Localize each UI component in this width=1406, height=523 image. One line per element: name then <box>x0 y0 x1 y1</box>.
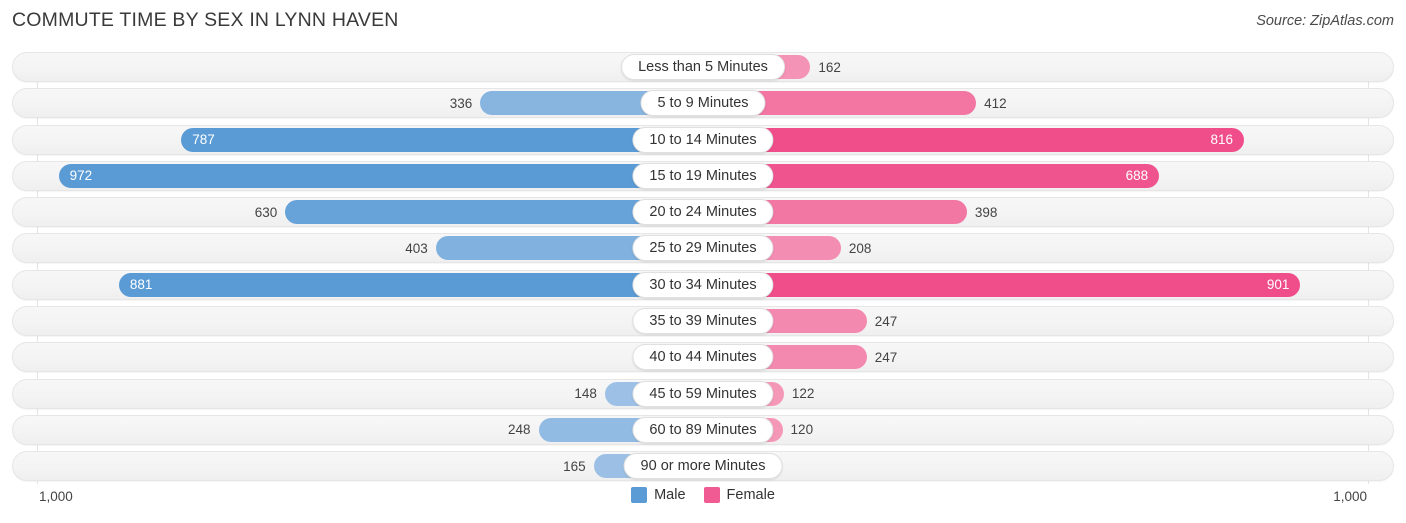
category-label: 30 to 34 Minutes <box>632 271 774 298</box>
female-value-label: 120 <box>790 422 814 438</box>
chart-row: 972 688 15 to 19 Minutes <box>0 160 1406 191</box>
chart-row: 148 122 45 to 59 Minutes <box>0 378 1406 409</box>
chart-root: COMMUTE TIME BY SEX IN LYNN HAVEN Source… <box>0 0 1406 523</box>
plot-area: 84 162 Less than 5 Minutes 336 412 5 to 9 Min… <box>0 52 1406 484</box>
category-label: 10 to 14 Minutes <box>632 126 774 153</box>
male-value-label: 881 <box>129 277 153 293</box>
legend-item[interactable]: Male <box>631 487 686 503</box>
legend-label: Male <box>654 487 686 503</box>
male-bar[interactable]: 787 <box>181 127 703 152</box>
male-value-label: 165 <box>563 458 586 474</box>
chart-row: 403 208 25 to 29 Minutes <box>0 233 1406 264</box>
category-label: 5 to 9 Minutes <box>640 90 766 117</box>
bar-rows: 84 162 Less than 5 Minutes 336 412 5 to 9 Min… <box>0 52 1406 488</box>
category-label: 35 to 39 Minutes <box>632 308 774 335</box>
female-value-label: 162 <box>818 59 841 75</box>
chart-row: 60 247 40 to 44 Minutes <box>0 342 1406 373</box>
female-value-label: 688 <box>1125 168 1149 184</box>
male-value-label: 787 <box>192 132 215 148</box>
category-label: 25 to 29 Minutes <box>632 235 774 262</box>
male-value-label: 972 <box>69 168 93 184</box>
male-value-label: 148 <box>574 386 597 402</box>
chart-row: 630 398 20 to 24 Minutes <box>0 197 1406 228</box>
female-value-label: 398 <box>974 204 998 220</box>
male-value-label: 403 <box>405 240 428 256</box>
male-value-label: 84 <box>0 52 639 82</box>
female-value-label: 901 <box>1266 277 1290 293</box>
female-value-label: 816 <box>1210 132 1233 148</box>
male-value-label: 630 <box>254 204 278 220</box>
legend-label: Female <box>726 487 775 503</box>
male-value-label: 71 <box>0 306 648 336</box>
legend-swatch-icon <box>703 487 720 503</box>
category-label: 90 or more Minutes <box>623 453 783 480</box>
female-bar[interactable]: 816 <box>703 127 1244 152</box>
category-label: 40 to 44 Minutes <box>632 344 774 371</box>
chart-row: 71 247 35 to 39 Minutes <box>0 306 1406 337</box>
chart-row: 84 162 Less than 5 Minutes <box>0 52 1406 82</box>
female-value-label: 208 <box>848 240 872 256</box>
male-value-label: 336 <box>449 95 473 111</box>
chart-row: 248 120 60 to 89 Minutes <box>0 414 1406 445</box>
female-bar[interactable]: 901 <box>703 272 1301 297</box>
female-value-label: 247 <box>874 313 898 329</box>
female-value-label: 247 <box>874 349 898 365</box>
chart-row: 881 901 30 to 34 Minutes <box>0 269 1406 300</box>
male-bar[interactable]: 972 <box>58 163 703 188</box>
male-value-label: 60 <box>0 342 655 372</box>
category-label: 20 to 24 Minutes <box>632 199 774 226</box>
legend: Male Female <box>0 487 1406 503</box>
chart-row: 787 816 10 to 14 Minutes <box>0 124 1406 155</box>
page-title: COMMUTE TIME BY SEX IN LYNN HAVEN <box>12 9 399 31</box>
female-value-label: 412 <box>984 95 1007 111</box>
category-label: 15 to 19 Minutes <box>632 162 774 189</box>
category-label: Less than 5 Minutes <box>621 54 785 80</box>
chart-row: 1656390 or more Minutes <box>0 451 1406 482</box>
legend-item[interactable]: Female <box>703 487 775 503</box>
chart-row: 336 412 5 to 9 Minutes <box>0 88 1406 119</box>
category-label: 45 to 59 Minutes <box>632 380 774 407</box>
male-bar[interactable]: 881 <box>118 272 703 297</box>
female-value-label: 122 <box>791 386 815 402</box>
legend-swatch-icon <box>631 487 648 503</box>
category-label: 60 to 89 Minutes <box>632 416 774 443</box>
source-attribution: Source: ZipAtlas.com <box>1256 13 1394 29</box>
male-value-label: 248 <box>508 422 531 438</box>
